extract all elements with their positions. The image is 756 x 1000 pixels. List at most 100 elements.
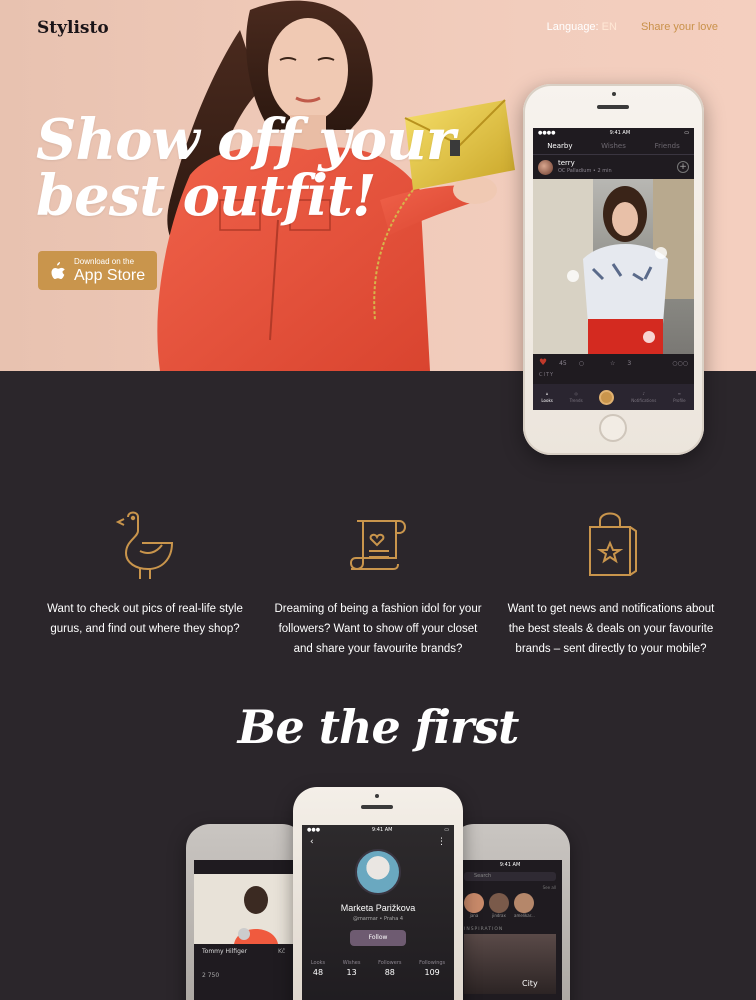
stars-count: 3 bbox=[627, 359, 632, 367]
post-photo[interactable] bbox=[533, 179, 694, 354]
tab-trends-label: Trends bbox=[569, 398, 583, 403]
stat-label: Followers bbox=[378, 960, 402, 966]
stat-label: Followings bbox=[419, 960, 446, 966]
avatar bbox=[489, 893, 509, 913]
currency-label: Kč bbox=[278, 948, 286, 955]
list-item[interactable]: amelikar... bbox=[514, 893, 535, 918]
stat-label: Wishes bbox=[342, 960, 361, 966]
avatar bbox=[464, 893, 484, 913]
app-store-small-label: Download on the bbox=[74, 256, 135, 266]
more-icon[interactable]: ⋮ bbox=[437, 837, 446, 847]
status-time: 9:41 AM bbox=[371, 827, 393, 833]
inspiration-city: City bbox=[522, 979, 538, 988]
likes-count: 45 bbox=[559, 359, 567, 367]
more-icon[interactable]: ○○○ bbox=[672, 360, 688, 367]
stat-value: 48 bbox=[312, 968, 324, 977]
back-icon[interactable]: ‹ bbox=[310, 837, 314, 847]
stat-followings[interactable]: Followings 109 bbox=[419, 960, 445, 977]
list-item[interactable]: jindrax bbox=[489, 893, 509, 918]
heart-icon[interactable]: ♥ bbox=[539, 358, 547, 368]
avatar-name: jana bbox=[469, 913, 479, 918]
follow-button[interactable]: Follow bbox=[350, 930, 406, 946]
hero-headline: Show off your best outfit! bbox=[36, 112, 476, 224]
hanger-icon: ⌂ bbox=[545, 391, 549, 396]
home-button bbox=[599, 414, 627, 442]
battery-icon: ▭ bbox=[444, 827, 449, 833]
tab-friends[interactable]: Friends bbox=[640, 142, 694, 150]
share-link[interactable]: Share your love bbox=[641, 21, 718, 33]
post-username[interactable]: terry bbox=[558, 159, 612, 168]
app-store-button[interactable]: Download on the App Store bbox=[38, 251, 157, 290]
avatar[interactable] bbox=[538, 159, 553, 175]
camera-button[interactable] bbox=[599, 389, 615, 405]
city-label: CITY bbox=[539, 372, 555, 378]
tab-looks[interactable]: ⌂ Looks bbox=[541, 391, 552, 403]
left-phone-screen: Tommy Hilfiger 2 750 Kč bbox=[194, 860, 298, 1000]
profile-stats: Looks 48 Wishes 13 Followers 88 Followings 1… bbox=[302, 960, 454, 977]
language-value: EN bbox=[601, 21, 617, 33]
feature-deals-notifications: Want to get news and notifications about… bbox=[501, 505, 721, 659]
bell-icon: ♪ bbox=[642, 391, 646, 396]
status-bar: ●●●● 9:41 AM ▭ bbox=[533, 128, 694, 137]
avatar-row: jana jindrax amelikar... bbox=[458, 890, 562, 921]
star-icon[interactable]: ☆ bbox=[610, 360, 615, 367]
stat-looks[interactable]: Looks 48 bbox=[311, 960, 325, 977]
stat-wishes[interactable]: Wishes 13 bbox=[343, 960, 361, 977]
profile-avatar[interactable] bbox=[355, 849, 401, 895]
comment-icon[interactable]: ○ bbox=[579, 360, 584, 367]
tab-notifications[interactable]: ♪ Notifications bbox=[631, 391, 656, 403]
profile-handle-row: @marmar • Praha 4 bbox=[352, 916, 404, 922]
feature-style-gurus: Want to check out pics of real-life styl… bbox=[35, 505, 255, 639]
post-photo-illustration bbox=[533, 179, 694, 354]
tab-looks-label: Looks bbox=[541, 398, 553, 403]
shopping-bag-star-icon bbox=[589, 512, 637, 576]
language-selector[interactable]: Language: EN bbox=[547, 21, 617, 33]
tab-wishes[interactable]: Wishes bbox=[587, 142, 641, 150]
tab-profile-label: Profile bbox=[673, 398, 686, 403]
list-item[interactable]: jana bbox=[464, 893, 484, 918]
camera-icon bbox=[599, 389, 615, 405]
apple-icon bbox=[51, 261, 65, 279]
avatar-name: jindrax bbox=[492, 913, 506, 918]
status-bar: ●●● 9:41 AM ▭ bbox=[302, 825, 454, 835]
stat-label: Looks bbox=[310, 960, 326, 966]
post-location: OC Palladium • 2 min bbox=[558, 167, 612, 174]
language-label: Language: bbox=[546, 21, 599, 33]
stat-value: 88 bbox=[384, 968, 395, 977]
top-navigation: Language: EN Share your love bbox=[547, 21, 718, 33]
status-time: 9:41 AM bbox=[499, 862, 521, 868]
tab-nearby[interactable]: Nearby bbox=[533, 142, 587, 150]
feature-fashion-idol: Dreaming of being a fashion idol for you… bbox=[268, 505, 488, 659]
brand-tag[interactable]: Tommy Hilfiger bbox=[202, 948, 247, 955]
left-phone-mockup: Tommy Hilfiger 2 750 Kč bbox=[186, 824, 306, 1000]
phone-camera bbox=[375, 794, 379, 798]
bird-icon bbox=[115, 511, 174, 579]
signal-icon: ●●● bbox=[307, 827, 321, 833]
brand-logo[interactable]: Stylisto bbox=[37, 18, 109, 38]
add-icon[interactable]: + bbox=[677, 161, 689, 173]
profile-city: Praha 4 bbox=[383, 916, 404, 922]
profile-name: Marketa Parižkova bbox=[340, 903, 416, 913]
signal-icon: ●●●● bbox=[538, 130, 556, 136]
tab-profile[interactable]: ≡ Profile bbox=[673, 391, 685, 403]
right-phone-mockup: 9:41 AM Search See all jana jindrax amel… bbox=[450, 824, 570, 1000]
phone-camera bbox=[612, 92, 616, 96]
feed-tabs: Nearby Wishes Friends bbox=[533, 137, 694, 155]
center-phone-mockup: ●●● 9:41 AM ▭ ‹ ⋮ Marketa Parižkova @mar… bbox=[293, 787, 463, 1000]
trends-icon: ◎ bbox=[574, 391, 578, 396]
feature-text-1: Want to check out pics of real-life styl… bbox=[47, 603, 243, 635]
post-user-row: terry OC Palladium • 2 min + bbox=[533, 155, 694, 179]
left-phone-photo bbox=[194, 874, 298, 944]
menu-icon: ≡ bbox=[677, 391, 681, 396]
feature-text-2: Dreaming of being a fashion idol for you… bbox=[274, 603, 482, 655]
tab-trends[interactable]: ◎ Trends bbox=[570, 391, 583, 403]
stat-followers[interactable]: Followers 88 bbox=[378, 960, 401, 977]
hero-phone-mockup: ●●●● 9:41 AM ▭ Nearby Wishes Friends ter… bbox=[523, 84, 704, 455]
headline-line-2: best outfit! bbox=[36, 163, 376, 229]
search-input[interactable]: Search bbox=[464, 872, 556, 881]
stat-value: 109 bbox=[424, 968, 440, 977]
phone-speaker bbox=[361, 805, 393, 809]
app-store-big-label: App Store bbox=[74, 266, 146, 284]
battery-icon: ▭ bbox=[684, 130, 689, 136]
inspiration-card[interactable]: City bbox=[464, 934, 556, 994]
